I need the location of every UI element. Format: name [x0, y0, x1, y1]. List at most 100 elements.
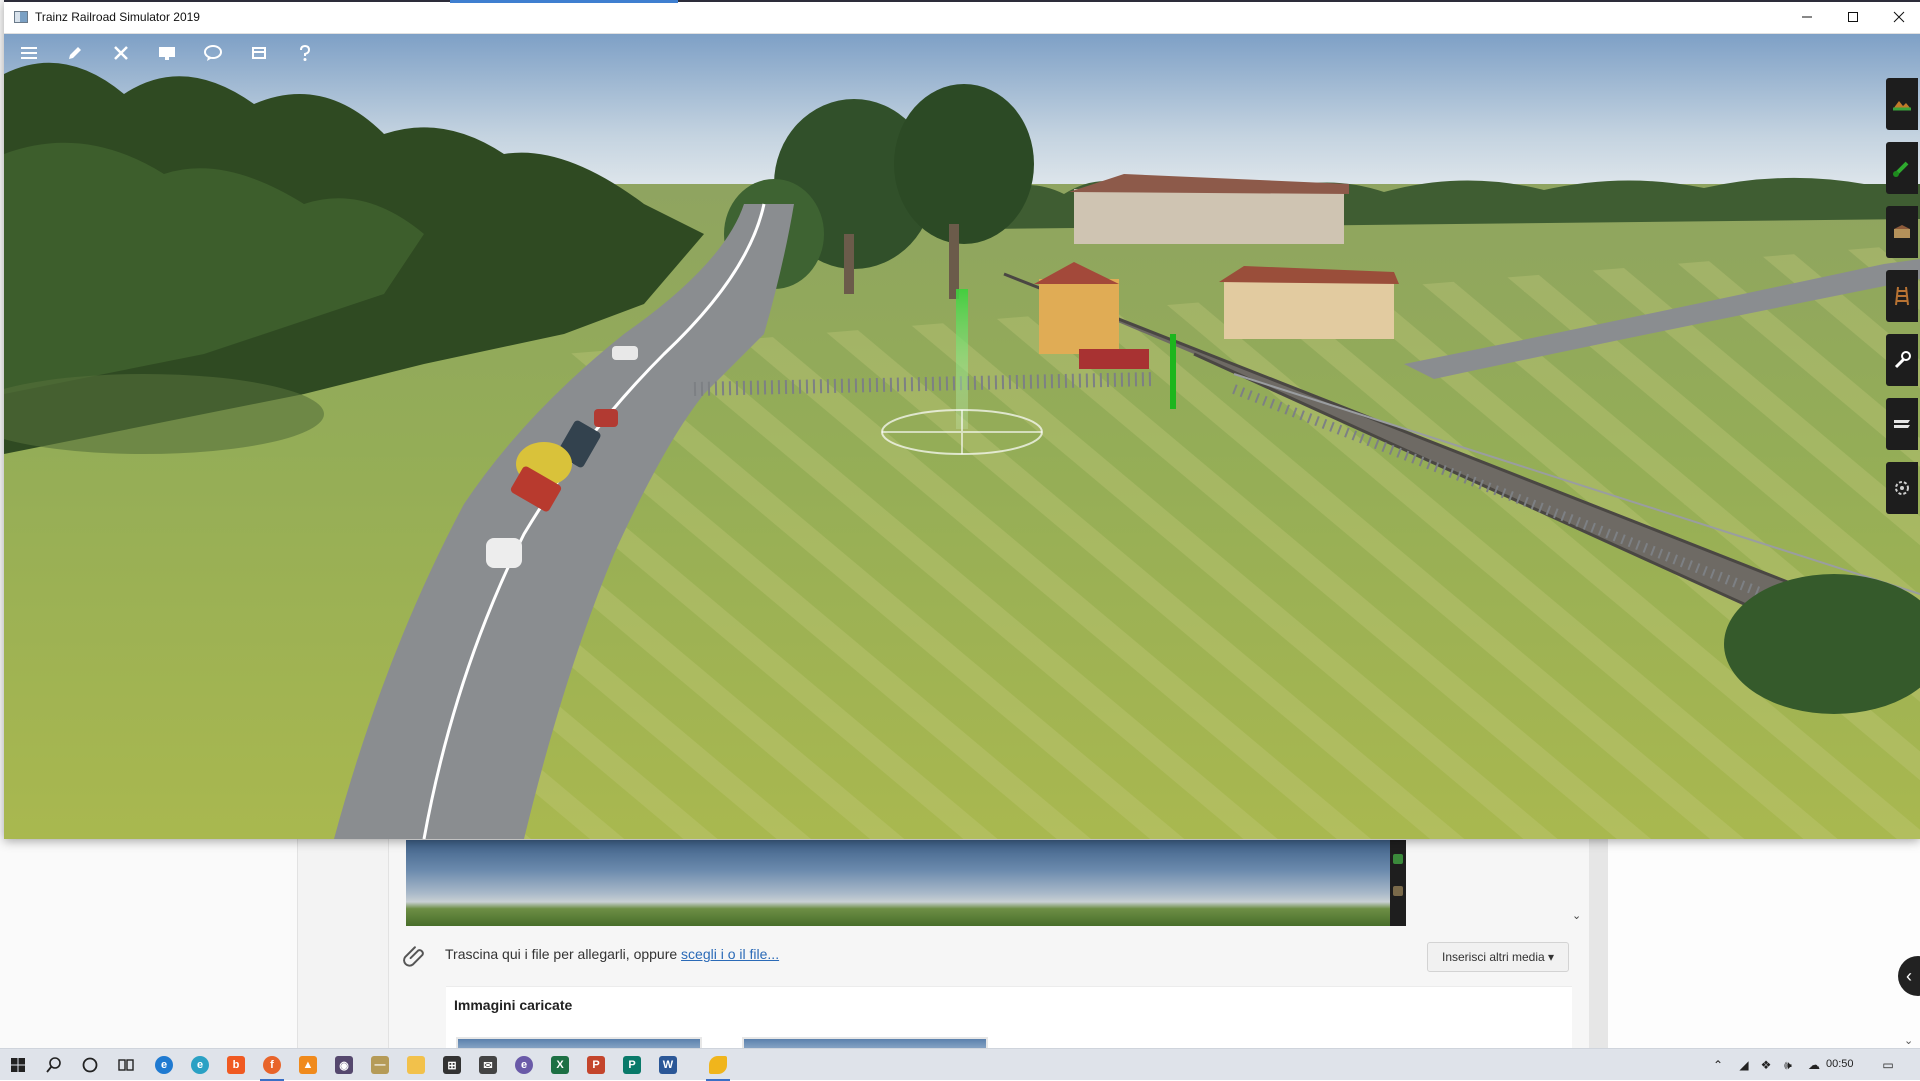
maximize-icon	[1848, 12, 1858, 22]
minimize-icon	[1802, 16, 1812, 18]
app-taskbar-item[interactable]: ◉	[326, 1049, 362, 1081]
app-icon: ◉	[335, 1056, 353, 1074]
edit-icon	[69, 47, 81, 59]
task-view-icon	[118, 1059, 134, 1071]
firefox-taskbar-item[interactable]: f	[254, 1049, 290, 1081]
help-icon	[300, 44, 311, 61]
settings-tool-button[interactable]	[1886, 462, 1918, 514]
titlebar-accent	[450, 0, 678, 3]
trainz-icon	[709, 1056, 727, 1074]
paint-tool-button[interactable]	[1886, 142, 1918, 194]
wrench-tool-icon	[1894, 351, 1911, 369]
store-icon: ⊞	[443, 1056, 461, 1074]
insert-media-button[interactable]: Inserisci altri media	[1427, 942, 1570, 972]
3d-scene[interactable]	[4, 34, 1920, 839]
chat-icon	[204, 45, 222, 61]
settings-tool-icon	[1895, 481, 1909, 495]
close-button[interactable]	[1876, 0, 1920, 34]
edge-beta-icon: e	[191, 1056, 209, 1074]
edit-button[interactable]	[60, 38, 90, 68]
layers-tool-button[interactable]	[1886, 398, 1918, 450]
search-button[interactable]	[36, 1049, 72, 1081]
cortana-icon	[82, 1057, 98, 1073]
menu-icon	[21, 47, 37, 59]
track-tool-icon	[1895, 286, 1909, 306]
app-icon-3: e	[515, 1056, 533, 1074]
objects-tool-button[interactable]	[1886, 206, 1918, 258]
firefox-icon: f	[263, 1056, 281, 1074]
powerpoint-taskbar-item[interactable]: P	[578, 1049, 614, 1081]
vlc-taskbar-item[interactable]: ▲	[290, 1049, 326, 1081]
mail-taskbar-item[interactable]: ✉	[470, 1049, 506, 1081]
trainz-taskbar-item[interactable]	[700, 1049, 736, 1081]
game-viewport[interactable]	[4, 34, 1920, 839]
publisher-icon: P	[623, 1056, 641, 1074]
task-view-button[interactable]	[108, 1049, 144, 1081]
app-taskbar-item-2[interactable]: —	[362, 1049, 398, 1081]
start-icon	[11, 1058, 25, 1072]
edge-taskbar-item[interactable]: e	[146, 1049, 182, 1081]
tools-button[interactable]	[106, 38, 136, 68]
word-taskbar-item[interactable]: W	[650, 1049, 686, 1081]
insert-media-label: Inserisci altri media	[1442, 950, 1545, 964]
brave-taskbar-item[interactable]: b	[218, 1049, 254, 1081]
scroll-down-icon[interactable]: ⌄	[1904, 1034, 1913, 1047]
trainz-app-icon	[14, 11, 28, 23]
publisher-taskbar-item[interactable]: P	[614, 1049, 650, 1081]
taskbar-clock[interactable]: 00:50	[1826, 1058, 1854, 1070]
attachment-row: Trascina qui i file per allegarli, oppur…	[389, 928, 1589, 984]
chat-button[interactable]	[198, 38, 228, 68]
file-explorer-taskbar-item[interactable]	[398, 1049, 434, 1081]
excel-icon: X	[551, 1056, 569, 1074]
objects-tool-icon	[1894, 225, 1910, 238]
help-button[interactable]	[290, 38, 320, 68]
attachment-instructions: Trascina qui i file per allegarli, oppur…	[445, 946, 779, 962]
titlebar-edge	[4, 0, 1920, 2]
windows-taskbar: e e b f ▲ ◉ — ⊞ ✉ e X P P W ⌃ ◢ ❖ 🕪 ☁ 00…	[0, 1048, 1920, 1081]
trainz-window: Trainz Railroad Simulator 2019	[4, 0, 1920, 839]
maximize-button[interactable]	[1830, 0, 1876, 34]
tools-icon	[114, 46, 128, 60]
chevron-up-icon[interactable]: ⌃	[1710, 1057, 1726, 1073]
app-taskbar-item-3[interactable]: e	[506, 1049, 542, 1081]
volume-icon[interactable]: 🕪	[1780, 1057, 1796, 1073]
cortana-button[interactable]	[72, 1049, 108, 1081]
attachment-text: Trascina qui i file per allegarli, oppur…	[445, 946, 682, 962]
layers-icon	[252, 47, 266, 59]
menu-button[interactable]	[14, 38, 44, 68]
store-taskbar-item[interactable]: ⊞	[434, 1049, 470, 1081]
vlc-icon: ▲	[299, 1056, 317, 1074]
search-icon	[46, 1057, 61, 1073]
close-icon	[1893, 11, 1905, 23]
embedded-image-preview	[406, 840, 1406, 926]
edge-icon: e	[155, 1056, 173, 1074]
wrench-tool-button[interactable]	[1886, 334, 1918, 386]
layers-button[interactable]	[244, 38, 274, 68]
minimize-button[interactable]	[1784, 0, 1830, 34]
choose-files-link[interactable]: scegli i o il file...	[681, 946, 779, 962]
word-icon: W	[659, 1056, 677, 1074]
start-button[interactable]	[0, 1049, 36, 1081]
terrain-tool-icon	[1893, 101, 1911, 111]
file-explorer-icon	[407, 1056, 425, 1074]
window-titlebar[interactable]: Trainz Railroad Simulator 2019	[4, 0, 1920, 34]
cloud-icon[interactable]: ☁	[1806, 1057, 1822, 1073]
powerpoint-icon: P	[587, 1056, 605, 1074]
dropbox-icon[interactable]: ❖	[1758, 1057, 1774, 1073]
game-toolbar	[14, 38, 320, 72]
preview-tool-strip	[1390, 840, 1406, 926]
terrain-tool-button[interactable]	[1886, 78, 1918, 130]
excel-taskbar-item[interactable]: X	[542, 1049, 578, 1081]
uploaded-images-title: Immagini caricate	[454, 997, 573, 1013]
network-icon[interactable]: ◢	[1736, 1057, 1752, 1073]
paint-tool-icon	[1893, 161, 1909, 177]
layers-tool-icon	[1894, 420, 1910, 428]
scroll-down-icon[interactable]: ⌄	[1572, 909, 1584, 922]
window-title: Trainz Railroad Simulator 2019	[35, 10, 200, 24]
monitor-button[interactable]	[152, 38, 182, 68]
edge-beta-taskbar-item[interactable]: e	[182, 1049, 218, 1081]
mail-icon: ✉	[479, 1056, 497, 1074]
notifications-icon[interactable]: ▭	[1880, 1057, 1896, 1073]
app-icon-2: —	[371, 1056, 389, 1074]
track-tool-button[interactable]	[1886, 270, 1918, 322]
